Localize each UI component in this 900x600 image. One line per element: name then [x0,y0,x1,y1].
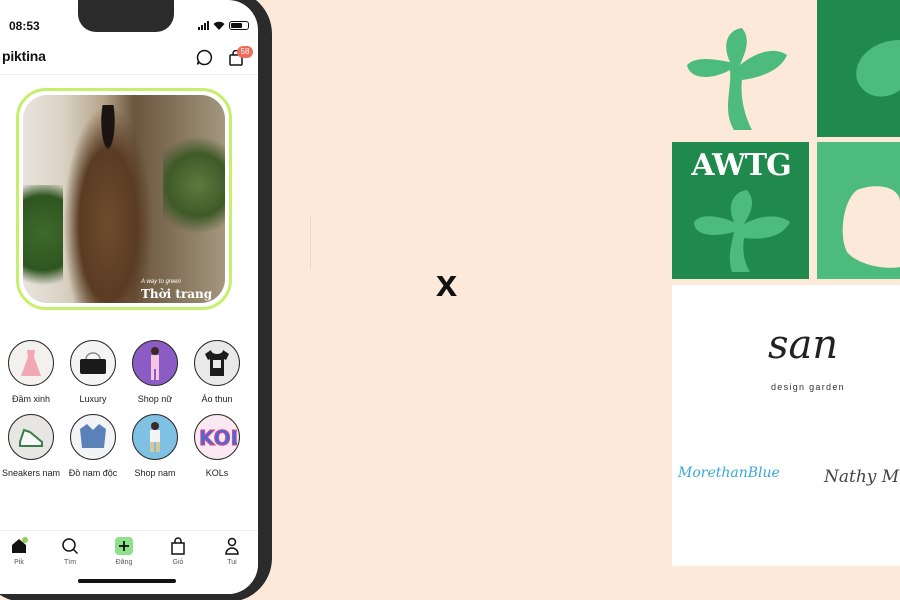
dress-icon [8,340,54,386]
app-logo[interactable]: piktina [2,48,46,64]
kol-icon: KOL [194,414,240,460]
leaf-icon [856,40,900,97]
svg-text:KOL: KOL [199,426,237,450]
handbag-icon [70,340,116,386]
banner-tagline: A way to green [141,279,181,285]
category-label: Luxury [79,394,107,404]
category-shop-nam[interactable]: Shop nam [125,414,185,479]
separator-line [310,215,311,270]
bag-icon [169,537,187,555]
plus-icon [115,537,133,555]
category-label: Áo thun [201,394,233,404]
phone-notch [78,0,174,32]
phone-mockup: 08:53 piktina 58 A way to green Thời tra… [0,0,272,600]
awtg-tile-logo: AWTG [672,142,809,279]
banner-title: Thời trang [141,287,213,301]
denim-jacket-icon [70,414,116,460]
category-luxury[interactable]: Luxury [63,340,123,405]
signal-icon [198,21,209,30]
nav-label: Giỏ [172,559,184,566]
category-label: Đầm xinh [11,394,50,404]
banner-plant-left [23,185,63,303]
nav-label: Đăng [115,559,133,566]
category-label: Sneakers nam [1,468,61,478]
nav-gio[interactable]: Giỏ [160,537,196,566]
bottom-nav: Pik Tìm Đăng Giỏ Tui [0,530,258,594]
category-label: KOLs [205,468,229,478]
category-kols[interactable]: KOL KOLs [187,414,247,479]
battery-icon [229,21,249,30]
awtg-tile-shape [817,142,900,279]
nav-label: Tui [227,559,237,566]
sneaker-icon [8,414,54,460]
wifi-icon [213,21,225,30]
category-label: Đồ nam độc [68,468,118,478]
category-sneakers-nam[interactable]: Sneakers nam [1,414,61,479]
featured-banner[interactable]: A way to green Thời trang [16,88,232,310]
man-model-icon [132,414,178,460]
cart-count-badge: 58 [237,46,253,58]
profile-icon [223,537,241,555]
status-icons [198,21,249,30]
nav-tui[interactable]: Tui [214,537,250,566]
nav-pik[interactable]: Pik [1,537,37,566]
woman-model-icon [132,340,178,386]
banner-model [63,105,153,303]
nav-label: Tìm [63,559,77,566]
category-do-nam-doc[interactable]: Đồ nam độc [63,414,123,479]
san-logo: san [768,322,839,368]
blob-icon [842,186,900,268]
morethanblue-logo: MorethanBlue [678,465,780,481]
chat-icon[interactable] [196,49,213,66]
category-dam-xinh[interactable]: Đầm xinh [1,340,61,405]
nav-label: Pik [14,559,24,566]
banner-image [23,95,225,303]
category-label: Shop nam [134,468,176,478]
header-divider [0,74,258,75]
banner-plant-right [163,125,225,245]
nav-dang[interactable]: Đăng [106,537,142,566]
category-shop-nu[interactable]: Shop nữ [125,340,185,405]
category-label: Shop nữ [137,394,173,404]
awtg-tile-leaf-2 [817,0,900,137]
tshirt-icon [194,340,240,386]
home-icon [10,537,28,555]
leaf-icon [687,28,787,130]
collab-symbol: x [436,263,458,305]
nathy-logo: Nathy M [824,467,900,487]
home-indicator [78,579,176,583]
status-time: 08:53 [9,19,40,33]
phone-screen: 08:53 piktina 58 A way to green Thời tra… [0,0,258,594]
awtg-tile-leaf-1 [672,0,809,137]
san-subtitle: design garden [771,382,845,392]
nav-tim[interactable]: Tìm [52,537,88,566]
leaf-icon [694,190,790,272]
search-icon [61,537,79,555]
category-ao-thun[interactable]: Áo thun [187,340,247,405]
